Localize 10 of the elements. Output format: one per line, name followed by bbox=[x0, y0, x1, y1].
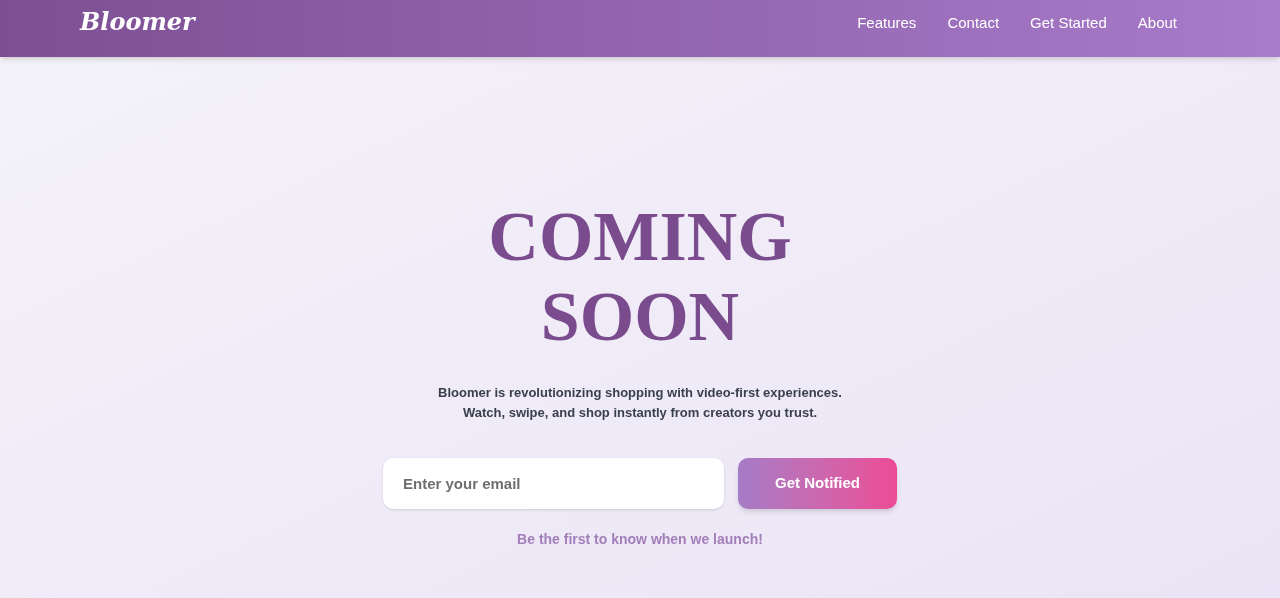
heading: COMING SOON bbox=[488, 197, 792, 357]
description: Bloomer is revolutionizing shopping with video-first experiences. Watch, swipe, and shop instantly from creators you trust. bbox=[438, 384, 842, 422]
nav-link[interactable]: Features bbox=[857, 12, 917, 35]
nav-link[interactable]: Contact bbox=[947, 12, 1000, 35]
launch-note: Be the first to know when we launch! bbox=[517, 530, 763, 549]
nav-link[interactable]: Get Started bbox=[1030, 12, 1107, 35]
email-field[interactable]: Enter your email bbox=[383, 458, 724, 509]
get-notified-button[interactable]: Get Notified bbox=[738, 458, 897, 509]
logo[interactable]: Bloomer bbox=[80, 3, 195, 40]
nav-link[interactable]: About bbox=[1137, 12, 1177, 35]
